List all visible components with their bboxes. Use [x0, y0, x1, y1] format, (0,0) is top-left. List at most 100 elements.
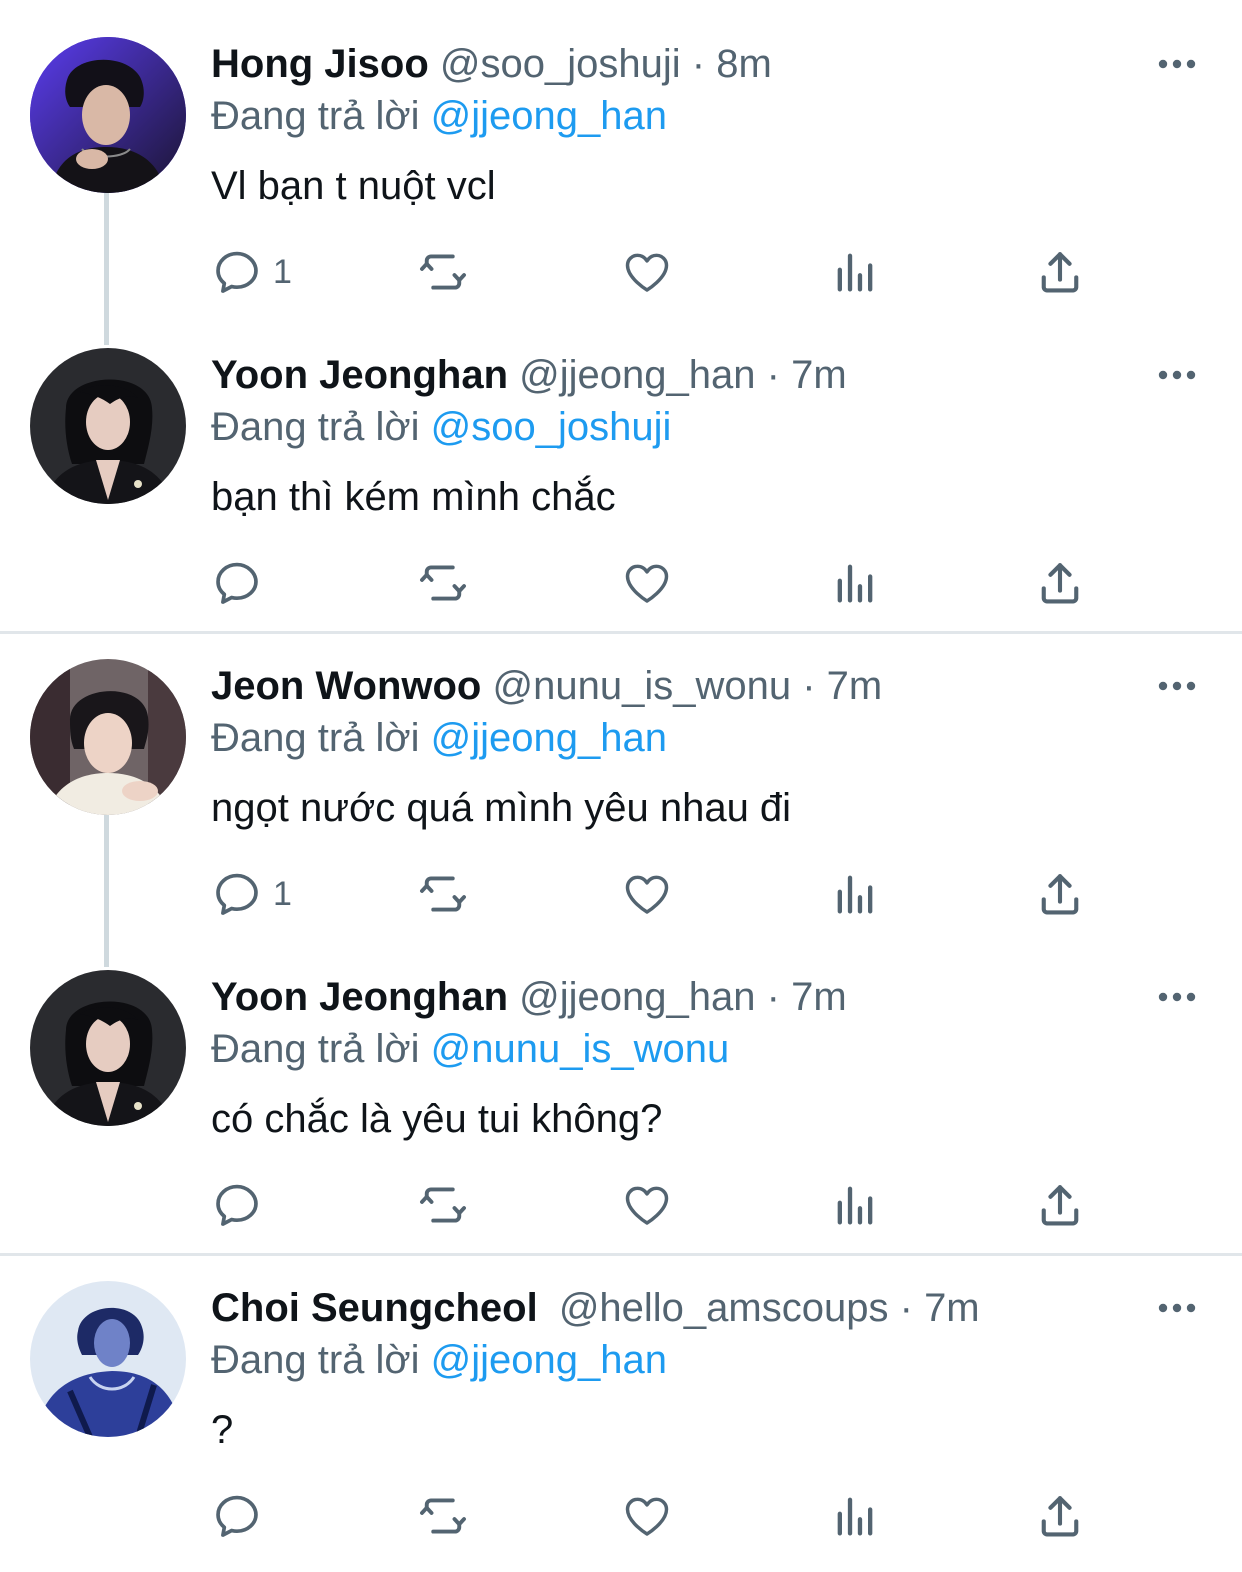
avatar[interactable]	[30, 659, 186, 815]
handle[interactable]: @hello_amscoups	[559, 1286, 889, 1330]
avatar-dark-portrait	[30, 970, 186, 1126]
views-button[interactable]	[829, 868, 881, 920]
like-button[interactable]	[621, 246, 673, 298]
replying-to: Đang trả lời @nunu_is_wonu	[211, 1023, 729, 1075]
views-icon	[829, 1179, 881, 1231]
retweet-button[interactable]	[415, 557, 471, 609]
retweet-button[interactable]	[415, 1179, 471, 1231]
heart-icon	[621, 246, 673, 298]
reply-icon	[211, 246, 263, 298]
reply-icon	[211, 1179, 263, 1231]
share-button[interactable]	[1034, 1179, 1086, 1231]
reply-count: 1	[273, 875, 292, 913]
tweet-text: bạn thì kém mình chắc	[211, 475, 616, 519]
handle[interactable]: @jjeong_han	[519, 975, 755, 1019]
handle[interactable]: @nunu_is_wonu	[492, 664, 791, 708]
display-name[interactable]: Yoon Jeonghan	[211, 353, 508, 397]
views-button[interactable]	[829, 246, 881, 298]
retweet-icon	[415, 557, 471, 609]
reply-button[interactable]	[211, 1179, 263, 1231]
tweet-header: Choi Seungcheol @hello_amscoups · 7m	[211, 1282, 980, 1334]
timestamp[interactable]: 7m	[791, 353, 847, 397]
share-button[interactable]	[1034, 246, 1086, 298]
retweet-button[interactable]	[415, 1490, 471, 1542]
more-icon[interactable]	[1150, 1286, 1204, 1330]
like-button[interactable]	[621, 557, 673, 609]
views-icon	[829, 1490, 881, 1542]
views-button[interactable]	[829, 1179, 881, 1231]
display-name[interactable]: Jeon Wonwoo	[211, 664, 481, 708]
avatar[interactable]	[30, 970, 186, 1126]
timestamp[interactable]: 8m	[716, 42, 772, 86]
share-icon	[1034, 557, 1086, 609]
timestamp[interactable]: 7m	[827, 664, 883, 708]
share-icon	[1034, 1179, 1086, 1231]
replying-to-label: Đang trả lời	[211, 1338, 420, 1382]
tweet[interactable]: Jeon Wonwoo @nunu_is_wonu · 7m Đang trả …	[0, 622, 1242, 967]
separator-dot: ·	[766, 975, 780, 1019]
share-button[interactable]	[1034, 557, 1086, 609]
tweet[interactable]: Yoon Jeonghan @jjeong_han · 7m Đang trả …	[0, 933, 1242, 1244]
mention-link[interactable]: @jjeong_han	[431, 1338, 667, 1382]
replying-to-label: Đang trả lời	[211, 94, 420, 138]
retweet-icon	[415, 246, 471, 298]
avatar-purple-portrait	[30, 37, 186, 193]
mention-link[interactable]: @soo_joshuji	[431, 405, 672, 449]
like-button[interactable]	[621, 868, 673, 920]
replying-to: Đang trả lời @jjeong_han	[211, 90, 667, 142]
reply-button[interactable]	[211, 1490, 263, 1542]
like-button[interactable]	[621, 1179, 673, 1231]
views-icon	[829, 557, 881, 609]
reply-button[interactable]	[211, 557, 263, 609]
avatar[interactable]	[30, 37, 186, 193]
more-icon[interactable]	[1150, 353, 1204, 397]
handle[interactable]: @jjeong_han	[519, 353, 755, 397]
more-icon[interactable]	[1150, 664, 1204, 708]
mention-link[interactable]: @jjeong_han	[431, 716, 667, 760]
like-button[interactable]	[621, 1490, 673, 1542]
avatar[interactable]	[30, 348, 186, 504]
reply-button[interactable]: 1	[211, 246, 292, 298]
heart-icon	[621, 1490, 673, 1542]
reply-feed: Hong Jisoo @soo_joshuji · 8m Đang trả lờ…	[0, 0, 1242, 1572]
avatar-blue-portrait	[30, 1281, 186, 1437]
share-icon	[1034, 868, 1086, 920]
replying-to: Đang trả lời @soo_joshuji	[211, 401, 671, 453]
more-icon[interactable]	[1150, 975, 1204, 1019]
share-button[interactable]	[1034, 1490, 1086, 1542]
tweet-text: ?	[211, 1408, 234, 1452]
replying-to-label: Đang trả lời	[211, 1027, 420, 1071]
avatar-light-portrait	[30, 659, 186, 815]
more-icon[interactable]	[1150, 42, 1204, 86]
display-name[interactable]: Choi Seungcheol	[211, 1286, 538, 1330]
avatar[interactable]	[30, 1281, 186, 1437]
reply-count: 1	[273, 253, 292, 291]
share-button[interactable]	[1034, 868, 1086, 920]
retweet-button[interactable]	[415, 246, 471, 298]
separator-dot: ·	[766, 353, 780, 397]
tweet-text: Vl bạn t nuột vcl	[211, 164, 496, 208]
tweet[interactable]: Yoon Jeonghan @jjeong_han · 7m Đang trả …	[0, 311, 1242, 622]
handle[interactable]: @soo_joshuji	[440, 42, 681, 86]
separator-dot: ·	[691, 42, 706, 86]
display-name[interactable]: Hong Jisoo	[211, 42, 429, 86]
views-button[interactable]	[829, 1490, 881, 1542]
tweet-header: Hong Jisoo @soo_joshuji · 8m	[211, 38, 772, 90]
tweet[interactable]: Hong Jisoo @soo_joshuji · 8m Đang trả lờ…	[0, 0, 1242, 345]
heart-icon	[621, 868, 673, 920]
reply-icon	[211, 557, 263, 609]
reply-button[interactable]: 1	[211, 868, 292, 920]
separator-dot: ·	[802, 664, 816, 708]
share-icon	[1034, 1490, 1086, 1542]
display-name[interactable]: Yoon Jeonghan	[211, 975, 508, 1019]
tweet[interactable]: Choi Seungcheol @hello_amscoups · 7m Đan…	[0, 1244, 1242, 1555]
replying-to-label: Đang trả lời	[211, 405, 420, 449]
timestamp[interactable]: 7m	[791, 975, 847, 1019]
mention-link[interactable]: @jjeong_han	[431, 94, 667, 138]
mention-link[interactable]: @nunu_is_wonu	[431, 1027, 730, 1071]
retweet-button[interactable]	[415, 868, 471, 920]
views-button[interactable]	[829, 557, 881, 609]
replying-to-label: Đang trả lời	[211, 716, 420, 760]
share-icon	[1034, 246, 1086, 298]
timestamp[interactable]: 7m	[924, 1286, 980, 1330]
